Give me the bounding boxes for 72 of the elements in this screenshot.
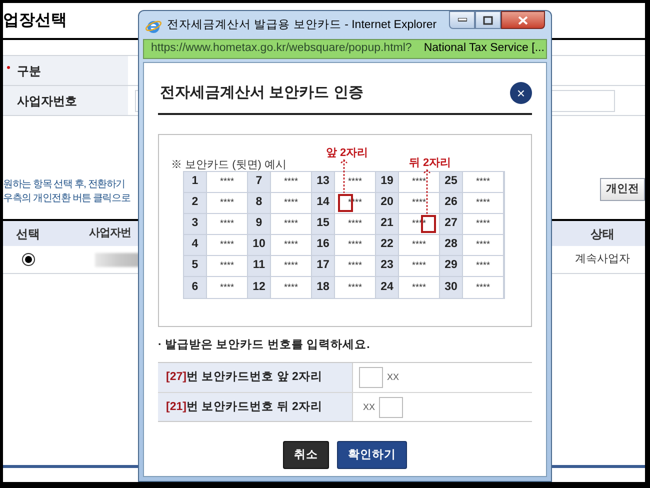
card-number: 24 [376,277,399,298]
entry-label: [27]번 보안카드번호 앞 2자리 [166,370,322,386]
page-title: 업장선택 [3,10,67,30]
card-number: 29 [440,256,463,277]
card-number: 14 [312,193,335,214]
table-cell-text: 계속사업자 [574,252,631,268]
card-number: 25 [440,172,463,193]
minimize-icon [458,18,466,22]
card-number: 12 [248,277,271,298]
digit-input[interactable] [359,367,383,388]
callout-label: 뒤 2자리 [409,156,452,171]
window-title: 전자세금계산서 발급용 보안카드 - Internet Explorer [167,18,437,34]
card-number: 11 [248,256,271,277]
card-number: 10 [248,235,271,256]
maximize-icon [483,16,493,24]
maximize-button[interactable] [475,11,501,29]
column-header: 상태 [590,226,616,242]
masked-digits: XX [363,400,376,414]
card-number: 30 [440,277,463,298]
card-number: 7 [248,172,271,193]
field-label: 구분 [17,62,41,80]
card-number: 27 [440,214,463,235]
card-number: 4 [184,235,207,256]
site-identity: National Tax Service [... [424,41,544,56]
card-value: **** [463,235,504,256]
column-header: 선택 [15,226,41,242]
card-number: 13 [312,172,335,193]
example-caption: ※ 보안카드 (뒷면) 예시 [171,158,286,173]
instruction-text: 원하는 항목 선택 후, 전환하기 [3,178,126,192]
close-button[interactable] [501,11,545,29]
card-value: **** [463,277,504,298]
card-number: 9 [248,214,271,235]
masked-digits: XX [387,371,400,384]
card-number: 28 [440,235,463,256]
card-number: 16 [312,235,335,256]
card-value: **** [463,172,504,193]
field-label: 사업자번호 [17,92,77,110]
card-number: 23 [376,256,399,277]
card-number: 2 [184,193,207,214]
card-number: 8 [248,193,271,214]
card-value: **** [463,214,504,235]
card-number: 21 [376,214,399,235]
card-number: 19 [376,172,399,193]
card-number: 6 [184,277,207,298]
dialog-heading: 전자세금계산서 보안카드 인증 [160,82,364,103]
radio-button[interactable] [22,253,34,266]
dashed-arrow [340,159,348,193]
cancel-button[interactable]: 취소 [283,441,329,470]
card-number: 15 [312,214,335,235]
card-number: 5 [184,256,207,277]
close-button[interactable]: × [510,82,532,104]
card-number: 22 [376,235,399,256]
card-value: **** [463,193,504,214]
instruction-text: · 발급받은 보안카드 번호를 입력하세요. [158,338,371,353]
minimize-button[interactable] [449,11,475,29]
card-number: 18 [312,277,335,298]
card-number: 20 [376,193,399,214]
card-value: **** [463,256,504,277]
card-number: 3 [184,214,207,235]
digit-input[interactable] [379,396,404,418]
callout-label: 앞 2자리 [326,146,368,161]
entry-label: [21]번 보안카드번호 뒤 2자리 [166,400,322,415]
url-text: https://www.hometax.go.kr/websquare/popup.html? [151,41,412,56]
column-header: 사업자번 [89,226,131,242]
confirm-button[interactable]: 확인하기 [337,441,407,470]
card-number: 17 [312,256,335,277]
address-bar[interactable]: https://www.hometax.go.kr/websquare/popup.html? National Tax Service [... [143,39,547,59]
close-icon [518,16,528,24]
instruction-text: 우측의 개인전환 버튼 클릭으로 [3,192,130,206]
card-number: 26 [440,193,463,214]
card-number: 1 [184,172,207,193]
convert-button[interactable]: 개인전 [600,178,645,201]
